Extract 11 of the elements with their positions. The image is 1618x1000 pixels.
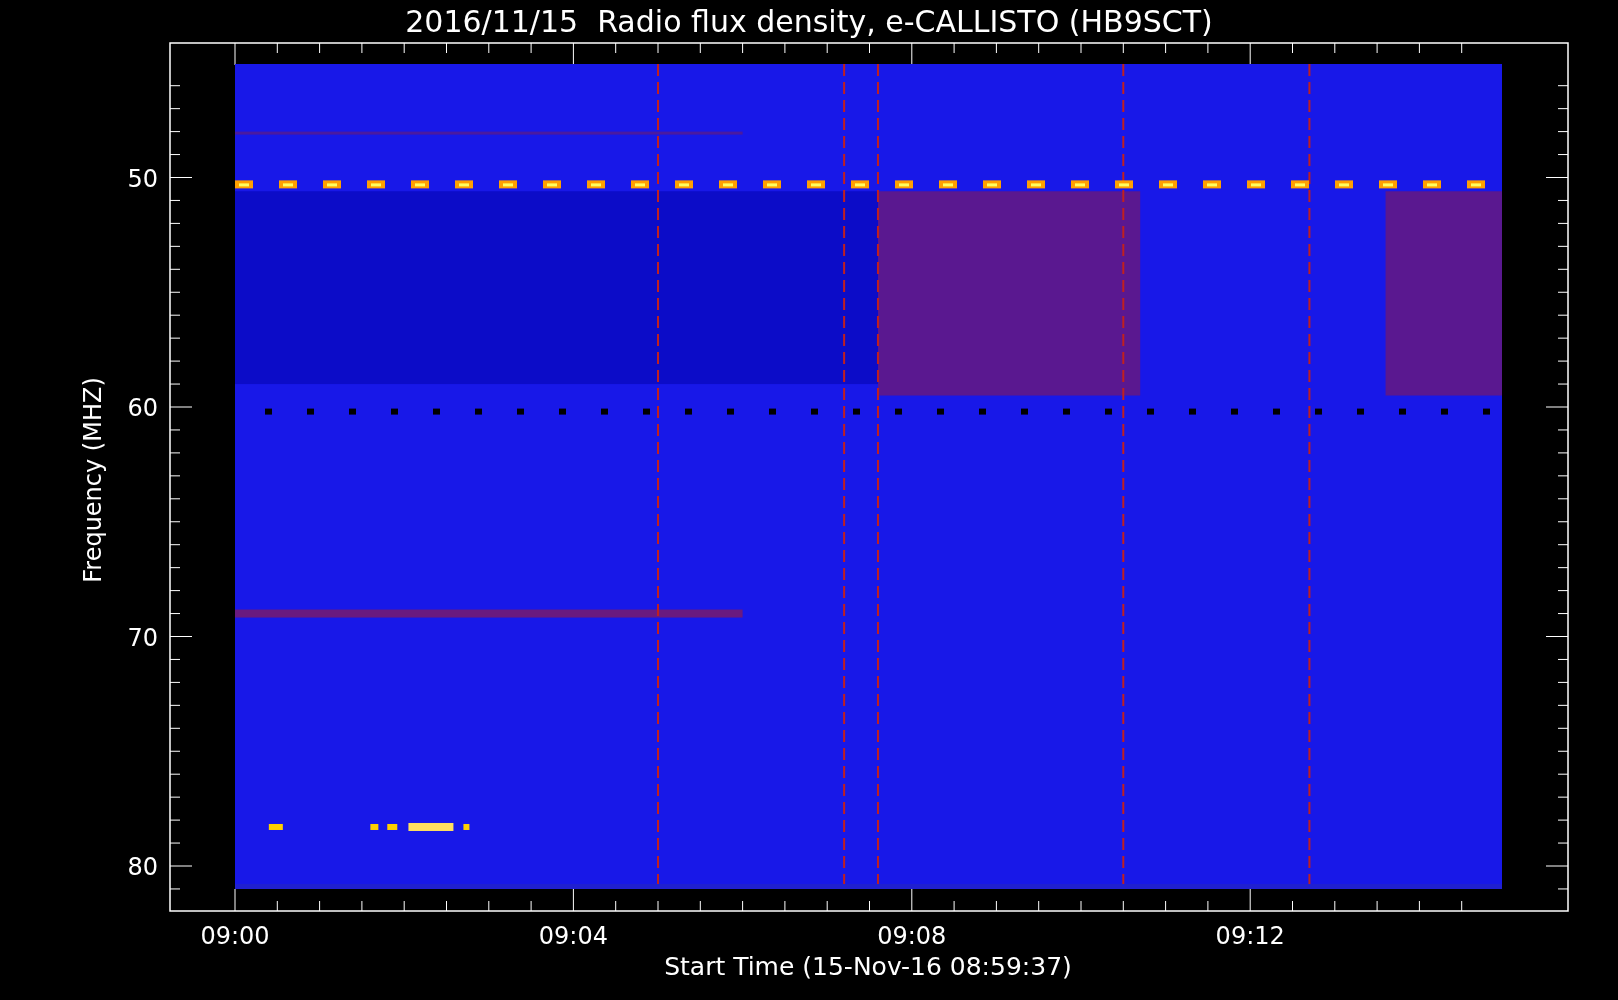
plot-title: 2016/11/15 Radio flux density, e-CALLISTO (HB9SCT) (405, 4, 1213, 39)
y-tick-label: 70 (127, 623, 158, 652)
x-tick-label: 09:04 (538, 922, 608, 950)
y-tick-label: 50 (127, 164, 158, 193)
x-tick-label: 09:12 (1215, 922, 1285, 950)
x-tick-label: 09:00 (200, 922, 270, 950)
y-tick-label: 60 (127, 394, 158, 422)
y-axis-label: Frequency (MHZ) (79, 377, 107, 583)
y-tick-label: 80 (127, 853, 158, 881)
x-tick-label: 09:08 (877, 922, 947, 950)
x-axis-label: Start Time (15-Nov-16 08:59:37) (664, 952, 1072, 981)
